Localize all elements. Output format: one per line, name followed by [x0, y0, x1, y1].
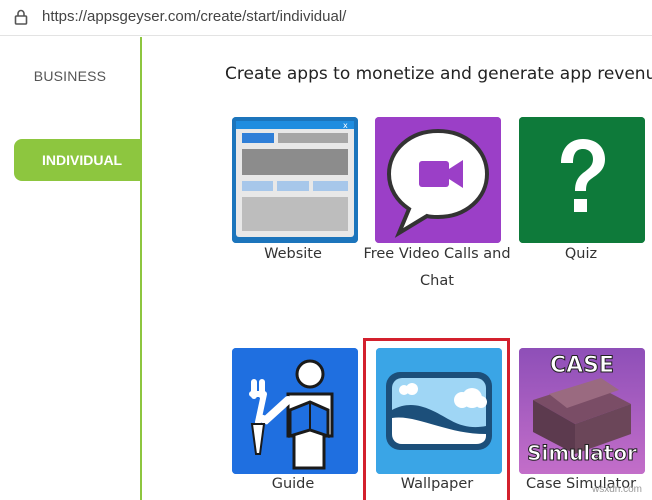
svg-text:x: x [343, 121, 348, 130]
sidebar-divider [140, 37, 142, 500]
case-crate-icon: CASE Simulator [519, 348, 645, 474]
guide-person-icon [232, 348, 358, 474]
tile-label-website[interactable]: Website [218, 241, 368, 268]
website-window-icon: x [232, 117, 358, 243]
tile-case-simulator[interactable]: CASE Simulator [519, 348, 645, 474]
tile-quiz[interactable] [519, 117, 645, 243]
address-bar[interactable]: https://appsgeyser.com/create/start/indi… [0, 0, 652, 36]
video-chat-icon [375, 117, 501, 243]
case-image-title: CASE [550, 353, 614, 378]
sidebar [0, 37, 142, 500]
wallpaper-highlight-box [363, 338, 510, 500]
question-mark-icon [519, 117, 645, 243]
tile-label-guide[interactable]: Guide [218, 471, 368, 498]
sidebar-item-business[interactable]: BUSINESS [0, 68, 140, 84]
tile-video-calls[interactable] [375, 117, 501, 243]
url-text[interactable]: https://appsgeyser.com/create/start/indi… [42, 8, 346, 25]
watermark-text: wsxdn.com [592, 484, 643, 495]
tile-guide[interactable] [232, 348, 358, 474]
case-image-subtitle: Simulator [527, 441, 637, 465]
tile-website[interactable]: x [232, 117, 358, 243]
sidebar-item-individual[interactable]: INDIVIDUAL [14, 139, 141, 181]
tile-label-video-calls[interactable]: Free Video Calls and Chat [362, 241, 512, 295]
lock-icon [14, 9, 28, 25]
tile-label-quiz[interactable]: Quiz [506, 241, 652, 268]
page-heading: Create apps to monetize and generate app… [225, 64, 652, 84]
